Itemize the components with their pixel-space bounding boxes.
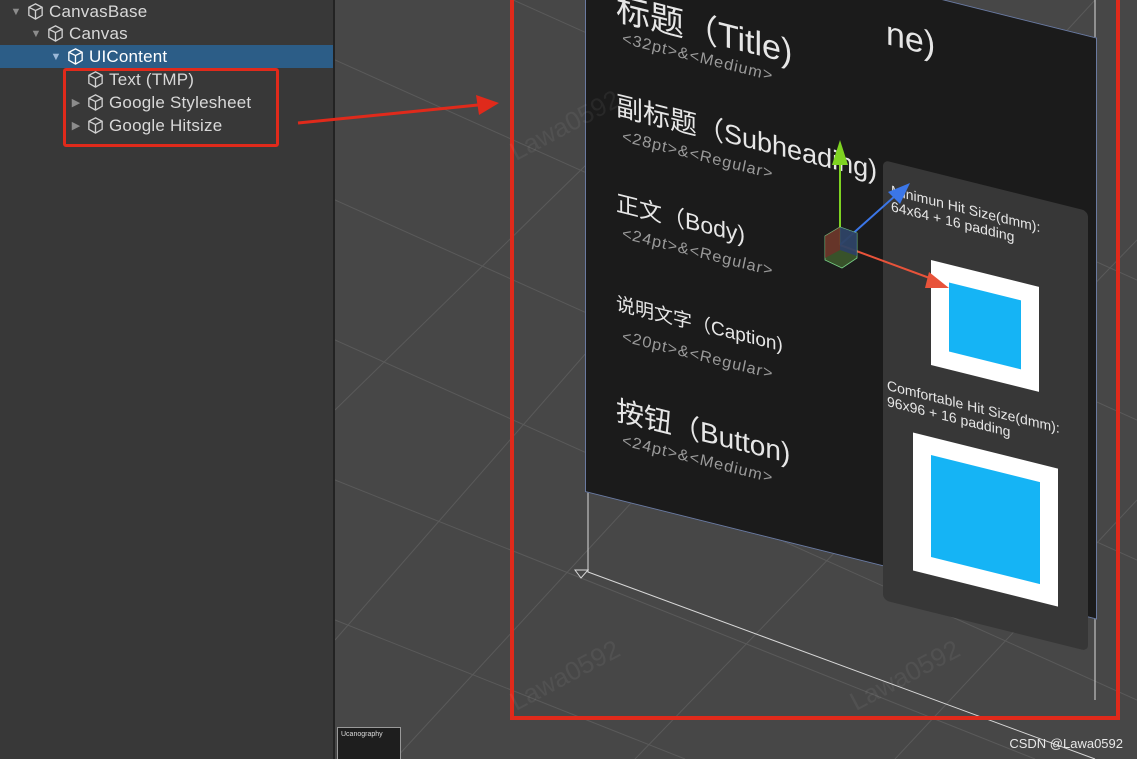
cube-icon bbox=[46, 24, 66, 44]
foldout-triangle-icon[interactable]: ▼ bbox=[10, 6, 22, 18]
foldout-triangle-icon[interactable]: ▼ bbox=[30, 28, 42, 40]
csdn-watermark: CSDN @Lawa0592 bbox=[1009, 736, 1123, 751]
cube-icon bbox=[26, 2, 46, 22]
tree-item-label: Canvas bbox=[69, 23, 128, 43]
hierarchy-panel: ▼ CanvasBase ▼ Canvas ▼ UIContent Text (… bbox=[0, 0, 335, 759]
cube-icon bbox=[66, 47, 86, 67]
tree-item-canvasbase[interactable]: ▼ CanvasBase bbox=[0, 0, 333, 23]
scene-view[interactable]: 标题（Title) ne) <32pt>&<Medium> 副标题（Subhea… bbox=[335, 0, 1137, 759]
tree-item-uicontent[interactable]: ▼ UIContent bbox=[0, 45, 333, 68]
tree-item-label: UIContent bbox=[89, 46, 168, 66]
foldout-triangle-icon[interactable]: ▼ bbox=[50, 51, 62, 63]
tree-item-label: CanvasBase bbox=[49, 1, 148, 21]
tree-item-canvas[interactable]: ▼ Canvas bbox=[0, 22, 333, 45]
thumbnail-label: Ucanography bbox=[341, 731, 383, 738]
scene-thumbnail[interactable]: Ucanography bbox=[337, 727, 401, 759]
highlight-box bbox=[63, 68, 279, 147]
